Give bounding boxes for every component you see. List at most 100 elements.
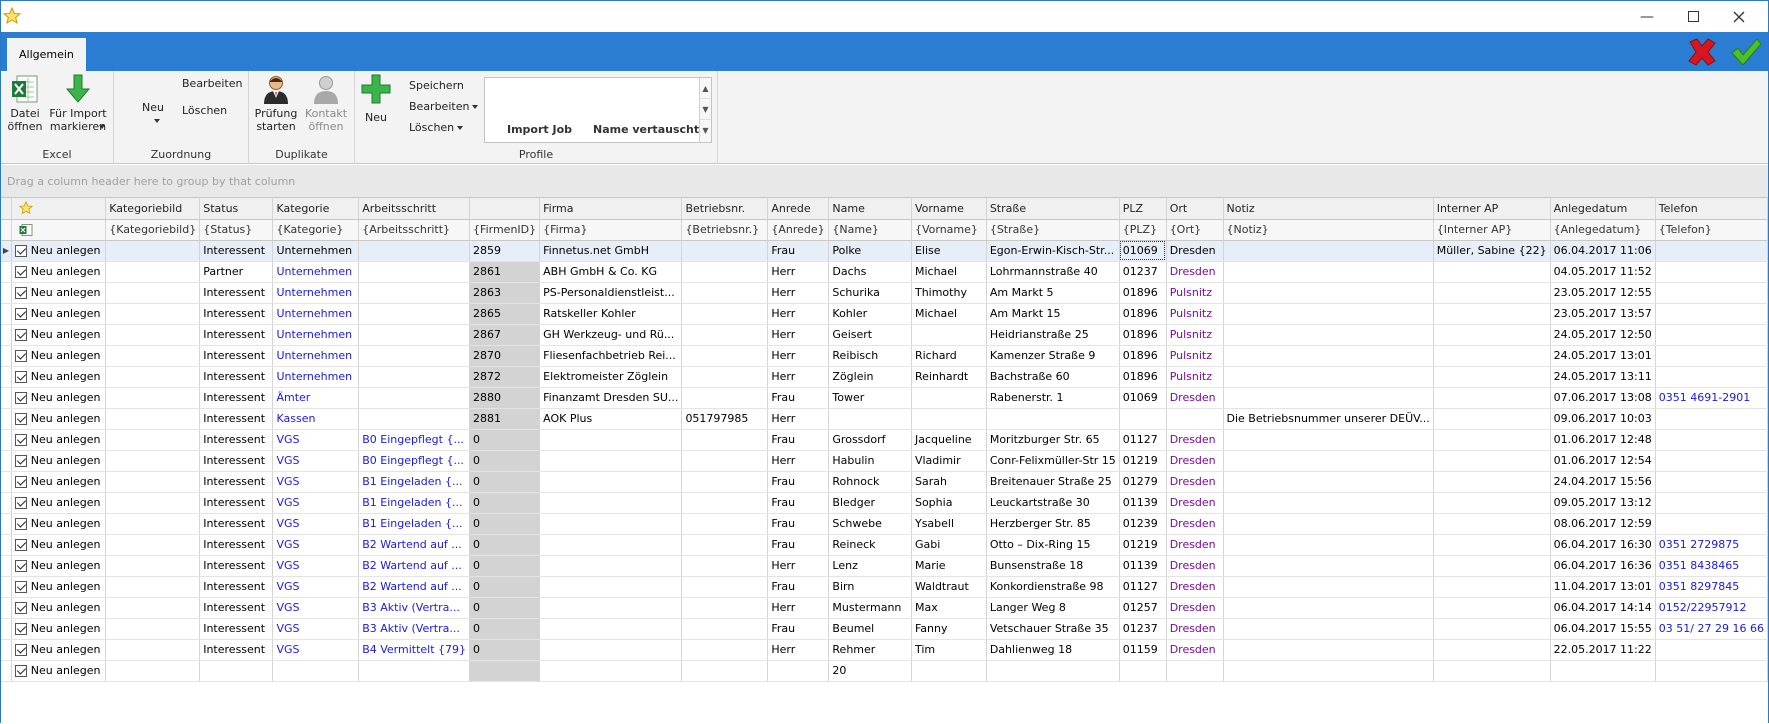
cell-kategorie[interactable]: VGS <box>272 513 360 535</box>
cell-fid[interactable]: 2861 <box>469 261 541 283</box>
cell-strasse[interactable]: Breitenauer Straße 25 <box>986 471 1120 493</box>
cell-name[interactable]: Reibisch <box>828 345 912 367</box>
cell-firma[interactable]: AOK Plus <box>539 408 683 430</box>
cell-firma[interactable]: Elektromeister Zöglein <box>539 366 683 388</box>
cell-schritt[interactable] <box>358 240 471 262</box>
row-indicator[interactable] <box>1 324 12 346</box>
cell-kategoriebild[interactable] <box>105 324 201 346</box>
cell-ap[interactable]: Müller, Sabine {22} <box>1433 240 1551 262</box>
cell-status[interactable]: Interessent <box>199 324 274 346</box>
cell-notiz[interactable] <box>1223 555 1434 577</box>
cell-tel[interactable] <box>1655 408 1769 430</box>
cell-plz[interactable]: 01069 <box>1119 240 1167 262</box>
cell-tel[interactable] <box>1655 429 1769 451</box>
cell-anrede[interactable]: Frau <box>767 471 830 493</box>
cell-notiz[interactable] <box>1223 387 1434 409</box>
row-indicator[interactable] <box>1 261 12 283</box>
import-checkbox[interactable] <box>14 329 27 341</box>
action-cell[interactable]: Neu anlegen <box>11 387 107 409</box>
row-indicator[interactable] <box>1 345 12 367</box>
column-header-ort[interactable]: Ort <box>1166 198 1224 220</box>
cell-kategorie[interactable]: VGS <box>272 576 360 598</box>
cell-datum[interactable]: 06.04.2017 15:55 <box>1550 618 1656 640</box>
filter-cell[interactable]: {Status} <box>199 219 274 241</box>
cell-schritt[interactable] <box>358 303 471 325</box>
cell-strasse[interactable] <box>986 408 1120 430</box>
mark-import-button[interactable]: Für Import markieren <box>49 73 107 133</box>
cell-tel[interactable] <box>1655 639 1769 661</box>
cell-name[interactable]: Reineck <box>828 534 912 556</box>
row-indicator[interactable] <box>1 576 12 598</box>
filter-cell[interactable]: {Anlegedatum} <box>1550 219 1656 241</box>
cell-firma[interactable] <box>539 639 683 661</box>
cell-schritt[interactable]: B1 Eingeladen {... <box>358 492 471 514</box>
cell-firma[interactable]: Ratskeller Kohler <box>539 303 683 325</box>
cell-fid[interactable]: 0 <box>469 450 541 472</box>
cell-status[interactable]: Interessent <box>199 240 274 262</box>
cell-kategoriebild[interactable] <box>105 261 201 283</box>
column-header-anrede[interactable]: Anrede <box>767 198 830 220</box>
cell-datum[interactable]: 22.05.2017 11:22 <box>1550 639 1656 661</box>
cell-fid[interactable]: 0 <box>469 618 541 640</box>
cell-status[interactable]: Interessent <box>199 555 274 577</box>
cell-ort[interactable]: Dresden <box>1166 576 1224 598</box>
cell-kategorie[interactable]: VGS <box>272 555 360 577</box>
cell-ort[interactable]: Dresden <box>1166 450 1224 472</box>
filter-cell[interactable]: {Betriebsnr.} <box>681 219 769 241</box>
cell-fid[interactable]: 2863 <box>469 282 541 304</box>
cell-vorname[interactable]: Thimothy <box>911 282 987 304</box>
column-header-firmenid[interactable] <box>469 198 541 220</box>
tab-allgemein[interactable]: Allgemein <box>7 38 86 71</box>
cell-plz[interactable]: 01159 <box>1119 639 1167 661</box>
cell-datum[interactable]: 24.05.2017 13:01 <box>1550 345 1656 367</box>
cell-ort[interactable]: Pulsnitz <box>1166 345 1224 367</box>
cell-status[interactable]: Interessent <box>199 366 274 388</box>
cell-datum[interactable]: 09.06.2017 10:03 <box>1550 408 1656 430</box>
cell-status[interactable]: Interessent <box>199 534 274 556</box>
cell-fid[interactable]: 0 <box>469 639 541 661</box>
table-row[interactable]: Neu anlegen Interessent Kassen 2881 AOK Plus… <box>1 408 1769 430</box>
cell-plz[interactable]: 01069 <box>1119 387 1167 409</box>
cell-datum[interactable]: 24.05.2017 13:11 <box>1550 366 1656 388</box>
row-indicator[interactable] <box>1 408 12 430</box>
row-indicator[interactable] <box>1 471 12 493</box>
cell-fid[interactable]: 0 <box>469 492 541 514</box>
import-checkbox[interactable] <box>14 497 27 509</box>
cell-plz[interactable]: 01237 <box>1119 261 1167 283</box>
table-row[interactable]: Neu anlegen Interessent VGS B0 Eingepflegt … <box>1 429 1769 451</box>
filter-cell[interactable]: {Straße} <box>986 219 1120 241</box>
filter-cell-select[interactable] <box>11 219 107 241</box>
cell-ort[interactable]: Dresden <box>1166 618 1224 640</box>
cancel-x-icon[interactable] <box>1685 35 1719 69</box>
cell-ap[interactable] <box>1433 261 1551 283</box>
cell-kategoriebild[interactable] <box>105 408 201 430</box>
cell-anrede[interactable]: Frau <box>767 429 830 451</box>
assignment-new-button[interactable]: Neu <box>142 101 164 127</box>
cell-tel[interactable] <box>1655 324 1769 346</box>
action-cell[interactable]: Neu anlegen <box>11 450 107 472</box>
column-header-firma[interactable]: Firma <box>539 198 683 220</box>
gallery-down-icon[interactable]: ▼ <box>700 99 711 120</box>
cell-kategoriebild[interactable] <box>105 576 201 598</box>
import-checkbox[interactable] <box>14 350 27 362</box>
cell-datum[interactable]: 04.05.2017 11:52 <box>1550 261 1656 283</box>
action-cell[interactable]: Neu anlegen <box>11 576 107 598</box>
cell-name[interactable]: Schurika <box>828 282 912 304</box>
table-row[interactable]: Neu anlegen Interessent VGS B0 Eingepflegt … <box>1 450 1769 472</box>
cell-anrede[interactable]: Herr <box>767 366 830 388</box>
cell-tel[interactable]: 03 51/ 27 29 16 66 <box>1655 618 1769 640</box>
action-cell[interactable]: Neu anlegen <box>11 618 107 640</box>
cell-firma[interactable]: Finnetus.net GmbH <box>539 240 683 262</box>
cell-vorname[interactable]: Gabi <box>911 534 987 556</box>
cell-ap[interactable] <box>1433 282 1551 304</box>
cell-ap[interactable] <box>1433 492 1551 514</box>
cell-betr[interactable] <box>681 639 769 661</box>
cell-fid[interactable]: 0 <box>469 534 541 556</box>
cell-schritt[interactable]: B1 Eingeladen {... <box>358 513 471 535</box>
cell-notiz[interactable] <box>1223 492 1434 514</box>
cell-status[interactable]: Interessent <box>199 345 274 367</box>
cell-strasse[interactable]: Konkordienstraße 98 <box>986 576 1120 598</box>
cell-ort[interactable]: Dresden <box>1166 471 1224 493</box>
cell-strasse[interactable]: Herzberger Str. 85 <box>986 513 1120 535</box>
cell-tel[interactable] <box>1655 513 1769 535</box>
